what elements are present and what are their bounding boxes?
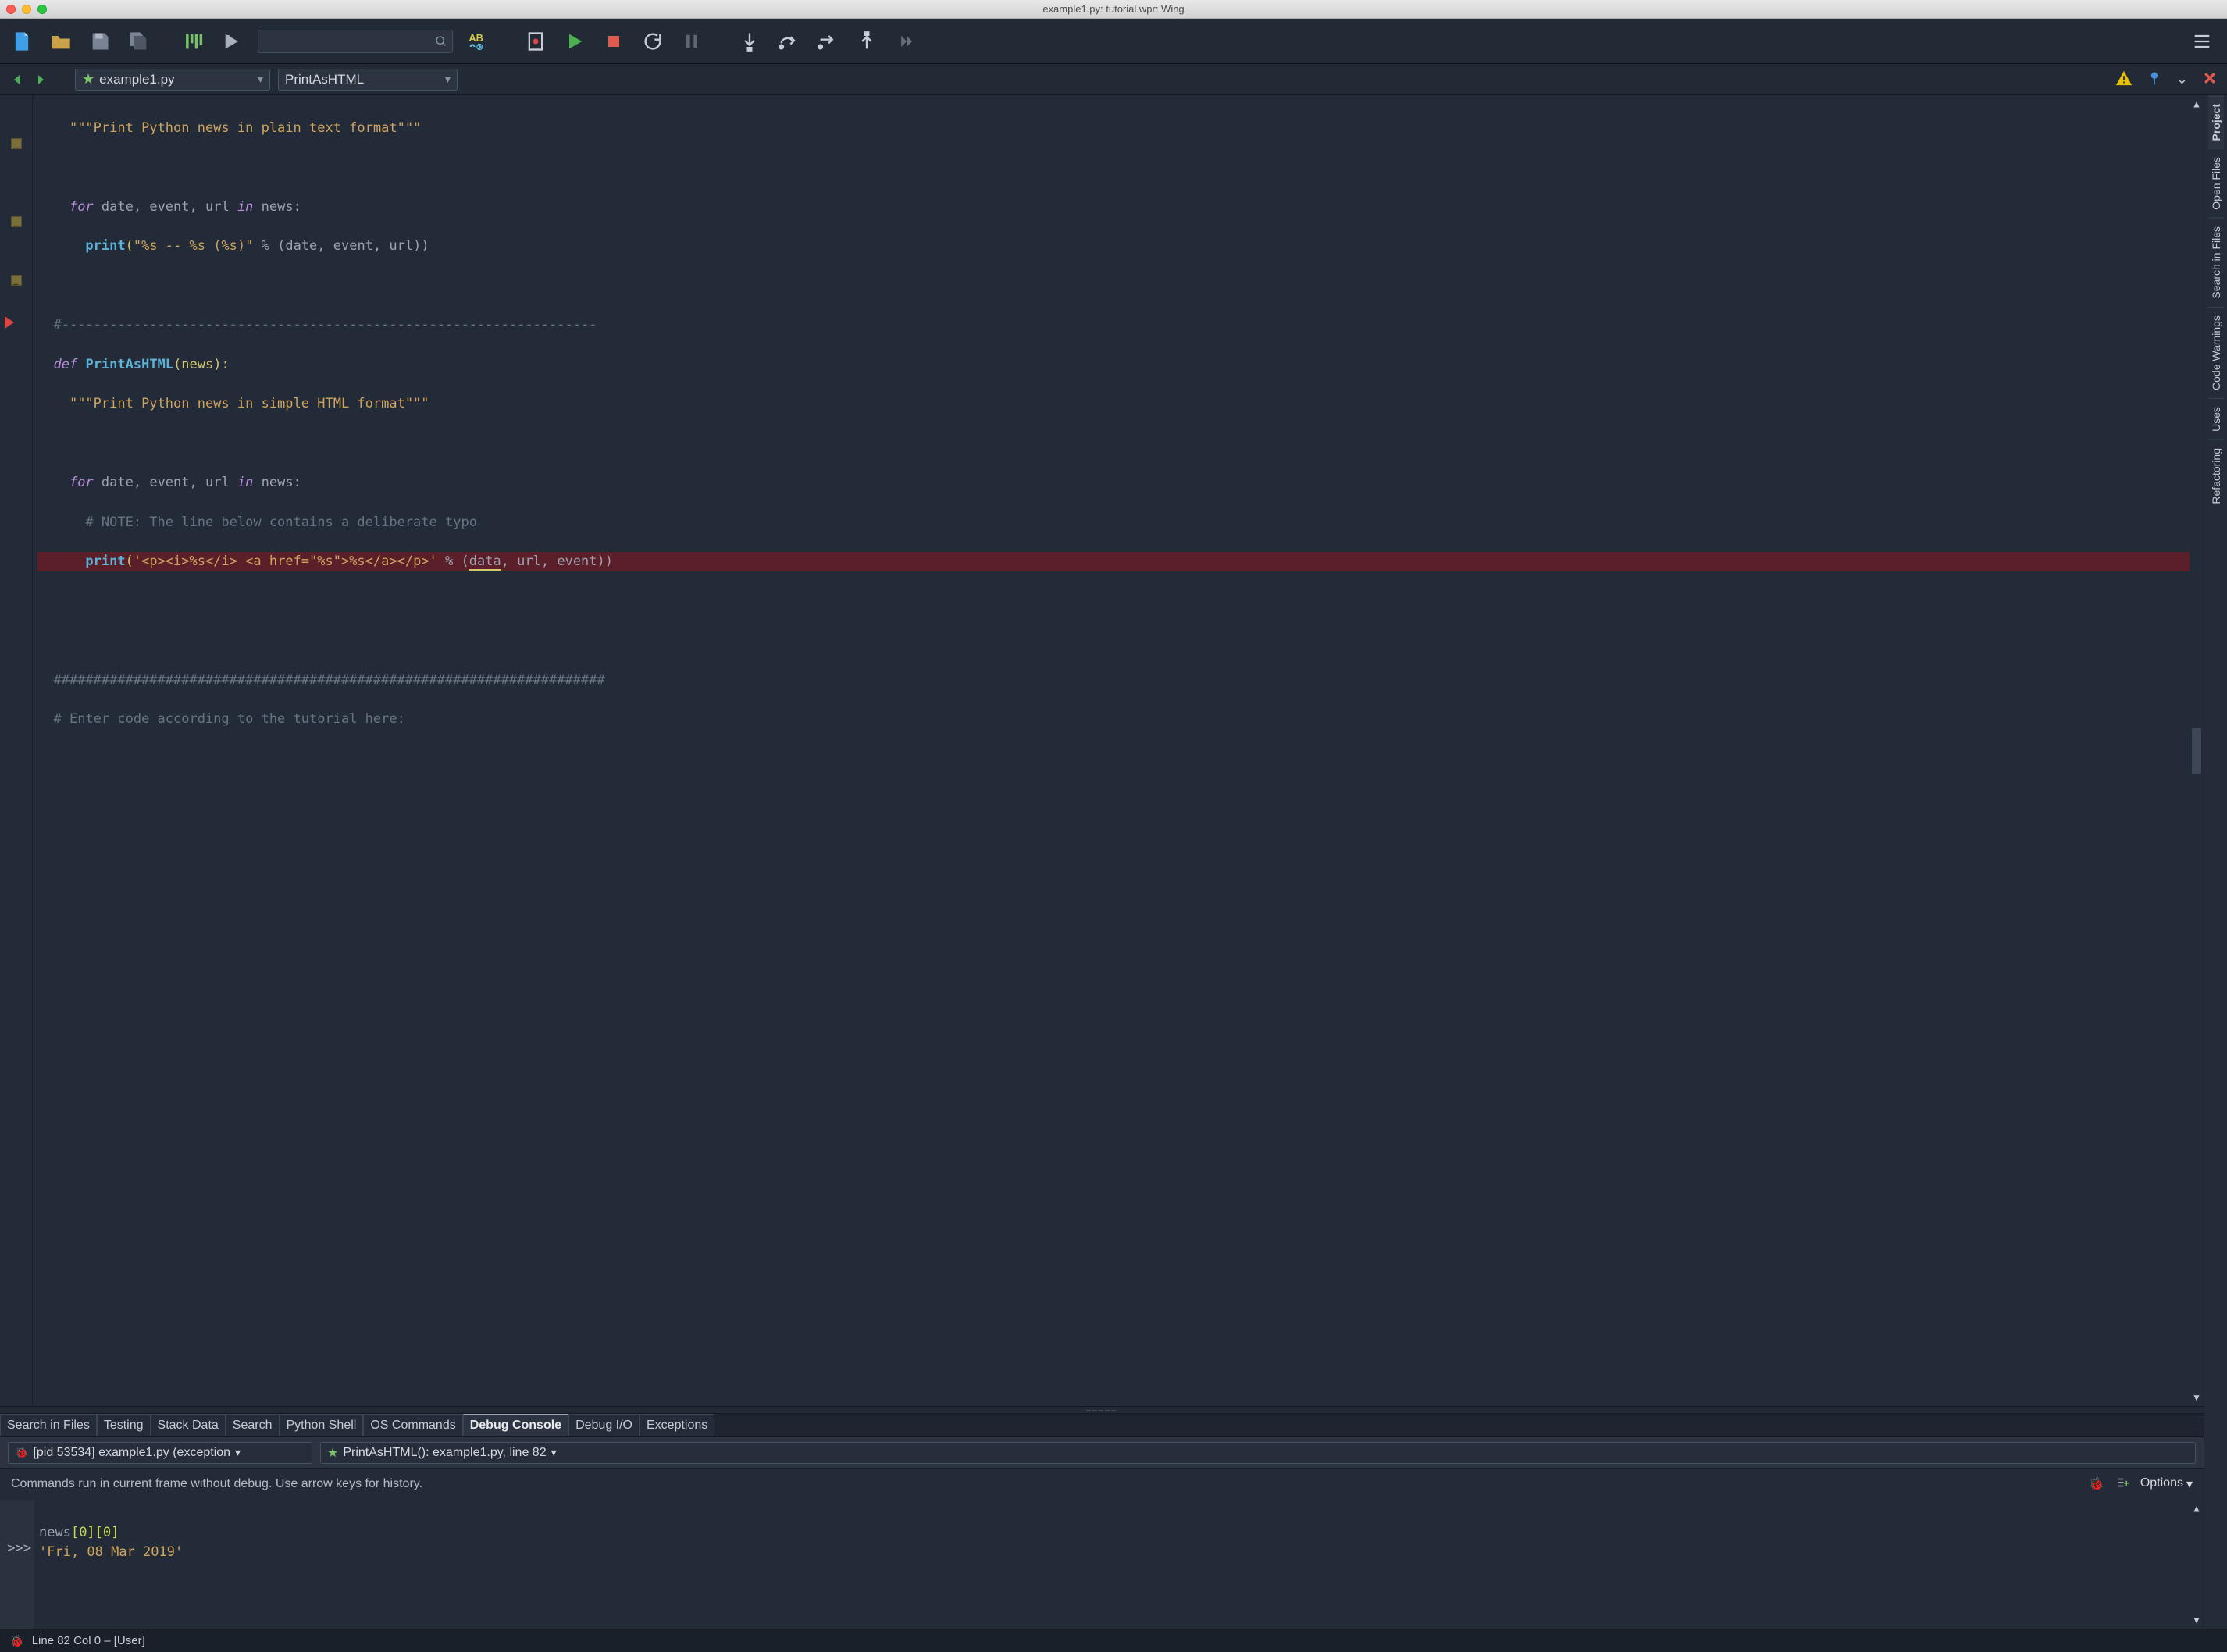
symbol-selector-label: PrintAsHTML <box>285 72 364 87</box>
status-bar: 🐞 Line 82 Col 0 – [User] <box>0 1629 2227 1652</box>
maximize-window-button[interactable] <box>37 5 47 14</box>
window-titlebar: example1.py: tutorial.wpr: Wing <box>0 0 2227 19</box>
debug-console-output[interactable]: >>> news[0][0] 'Fri, 08 Mar 2019' ▲ ▼ <box>0 1500 2204 1629</box>
bottom-tool-tabs: Search in Files Testing Stack Data Searc… <box>0 1414 2204 1437</box>
symbol-selector[interactable]: PrintAsHTML ▾ <box>278 69 458 91</box>
window-title: example1.py: tutorial.wpr: Wing <box>0 3 2227 15</box>
scroll-down-icon[interactable]: ▼ <box>2193 1390 2199 1405</box>
editor-scrollbar[interactable]: ▲ ▼ <box>2190 95 2204 1406</box>
vtab-open-files[interactable]: Open Files <box>2208 148 2224 218</box>
editor-gutter[interactable] <box>0 95 33 1406</box>
save-button[interactable] <box>86 27 114 55</box>
add-watch-icon[interactable] <box>2115 1476 2129 1494</box>
right-tool-tabs: Project Open Files Search in Files Code … <box>2204 95 2227 1629</box>
close-window-button[interactable] <box>6 5 16 14</box>
vtab-project[interactable]: Project <box>2208 95 2224 148</box>
indentation-button[interactable] <box>180 27 208 55</box>
bug-toggle-icon[interactable]: 🐞 <box>2089 1476 2104 1492</box>
breakpoint-marker[interactable] <box>5 316 14 329</box>
console-prompt: >>> <box>0 1539 31 1559</box>
chevron-down-icon: ▾ <box>551 1446 557 1459</box>
file-selector[interactable]: ★ example1.py ▾ <box>75 69 270 91</box>
tab-search-in-files[interactable]: Search in Files <box>0 1414 97 1436</box>
toolbar-search-box[interactable] <box>258 30 453 53</box>
minimize-window-button[interactable] <box>22 5 31 14</box>
vtab-search-in-files[interactable]: Search in Files <box>2208 218 2224 307</box>
scroll-up-icon[interactable]: ▲ <box>2193 97 2199 111</box>
bug-icon: 🐞 <box>15 1446 28 1459</box>
star-icon: ★ <box>327 1445 338 1461</box>
fold-marker[interactable] <box>11 216 22 227</box>
scroll-up-icon[interactable]: ▲ <box>2193 1501 2199 1515</box>
tab-search[interactable]: Search <box>226 1414 280 1436</box>
status-text: Line 82 Col 0 – [User] <box>32 1634 145 1647</box>
code-content[interactable]: """Print Python news in plain text forma… <box>33 95 2190 1406</box>
step-over-button[interactable] <box>775 27 803 55</box>
nav-back-button[interactable] <box>9 72 25 87</box>
traffic-lights <box>6 5 47 14</box>
tab-debug-console[interactable]: Debug Console <box>463 1414 568 1436</box>
step-out-button[interactable] <box>853 27 881 55</box>
debug-console-info: Commands run in current frame without de… <box>0 1469 2204 1500</box>
chevron-down-icon: ▾ <box>235 1446 241 1459</box>
tab-python-shell[interactable]: Python Shell <box>280 1414 364 1436</box>
console-scrollbar[interactable]: ▲ ▼ <box>2190 1500 2204 1629</box>
tab-os-commands[interactable]: OS Commands <box>363 1414 462 1436</box>
debug-run-button[interactable] <box>561 27 589 55</box>
replace-button[interactable]: AB <box>464 27 492 55</box>
vtab-refactoring[interactable]: Refactoring <box>2208 440 2224 512</box>
debug-stop-button[interactable] <box>600 27 628 55</box>
nav-forward-button[interactable] <box>33 72 48 87</box>
vtab-uses[interactable]: Uses <box>2208 398 2224 440</box>
close-editor-button[interactable] <box>2202 70 2218 88</box>
bug-icon: 🐞 <box>9 1634 24 1648</box>
tab-exceptions[interactable]: Exceptions <box>640 1414 714 1436</box>
debug-pause-button[interactable] <box>678 27 706 55</box>
code-editor[interactable]: """Print Python news in plain text forma… <box>0 95 2204 1406</box>
process-selector-label: [pid 53534] example1.py (exception <box>33 1446 230 1460</box>
open-file-button[interactable] <box>47 27 75 55</box>
set-breakpoint-button[interactable] <box>522 27 550 55</box>
debug-console-info-text: Commands run in current frame without de… <box>11 1477 422 1491</box>
chevron-down-icon: ▾ <box>2186 1476 2193 1492</box>
debug-console-toolbar: 🐞 [pid 53534] example1.py (exception ▾ ★… <box>0 1437 2204 1469</box>
more-tools-button[interactable] <box>892 27 920 55</box>
toolbar-search-input[interactable] <box>263 35 435 48</box>
chevron-down-icon: ▾ <box>445 73 451 86</box>
step-into-button[interactable] <box>736 27 764 55</box>
menu-button[interactable] <box>2188 27 2216 55</box>
svg-text:AB: AB <box>469 32 483 44</box>
editor-nav-row: ★ example1.py ▾ PrintAsHTML ▾ ⌄ <box>0 64 2227 95</box>
step-over-instruction-button[interactable] <box>814 27 842 55</box>
scroll-down-icon[interactable]: ▼ <box>2193 1613 2199 1627</box>
chevron-down-icon: ▾ <box>258 73 263 86</box>
warning-icon[interactable] <box>2115 69 2133 89</box>
fold-marker[interactable] <box>11 275 22 286</box>
search-icon <box>435 35 447 48</box>
tab-stack-data[interactable]: Stack Data <box>151 1414 226 1436</box>
process-selector[interactable]: 🐞 [pid 53534] example1.py (exception ▾ <box>8 1442 312 1464</box>
frame-selector[interactable]: ★ PrintAsHTML(): example1.py, line 82 ▾ <box>320 1442 2196 1464</box>
star-icon: ★ <box>82 71 94 87</box>
save-all-button[interactable] <box>125 27 153 55</box>
fold-marker[interactable] <box>11 138 22 149</box>
tab-debug-io[interactable]: Debug I/O <box>568 1414 640 1436</box>
collapse-icon[interactable]: ⌄ <box>2176 71 2188 87</box>
file-selector-label: example1.py <box>99 72 174 87</box>
new-file-button[interactable] <box>8 27 36 55</box>
goto-definition-button[interactable] <box>219 27 247 55</box>
frame-selector-label: PrintAsHTML(): example1.py, line 82 <box>343 1446 546 1460</box>
console-prompt-column: >>> <box>0 1500 34 1629</box>
horizontal-splitter[interactable]: ┄┄┄┄┄ <box>0 1406 2204 1414</box>
debug-restart-button[interactable] <box>639 27 667 55</box>
main-toolbar: AB <box>0 19 2227 64</box>
pin-icon[interactable] <box>2147 70 2162 88</box>
options-menu[interactable]: Options ▾ <box>2140 1476 2193 1492</box>
vtab-code-warnings[interactable]: Code Warnings <box>2208 307 2224 398</box>
tab-testing[interactable]: Testing <box>97 1414 151 1436</box>
